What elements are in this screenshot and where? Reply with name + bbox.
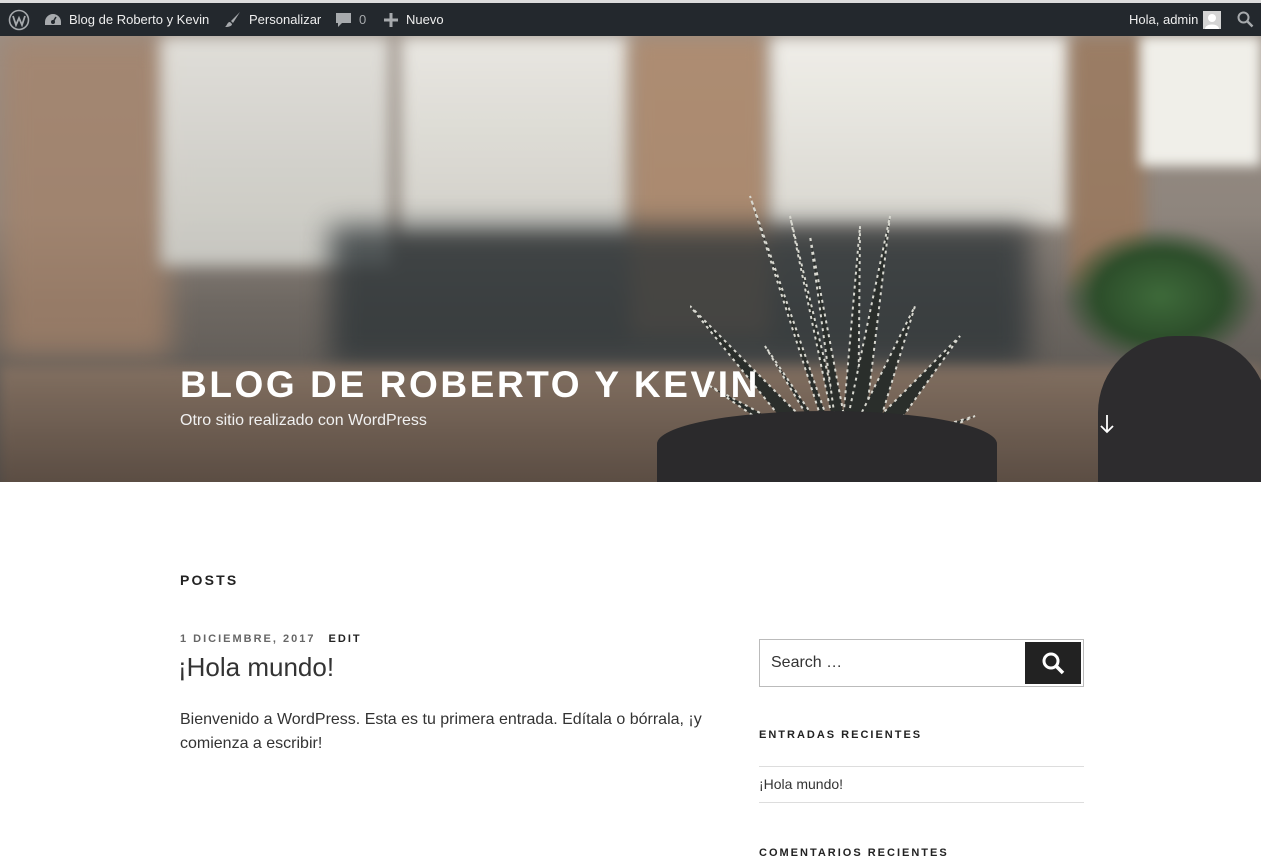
recent-posts-list: ¡Hola mundo! — [759, 766, 1084, 803]
plus-icon — [384, 12, 398, 27]
recent-posts-title: ENTRADAS RECIENTES — [759, 729, 923, 741]
recent-comments-title: COMENTARIOS RECIENTES — [759, 847, 949, 859]
search-input[interactable] — [760, 640, 1024, 686]
admin-comments-count: 0 — [359, 12, 367, 27]
avatar — [1203, 10, 1222, 29]
dashboard-icon — [45, 13, 61, 25]
paintbrush-icon — [225, 12, 240, 27]
post-meta: 1 DICIEMBRE, 2017 EDIT — [180, 633, 362, 645]
background-pot — [1098, 336, 1261, 482]
background-window — [400, 36, 630, 236]
search-form — [759, 639, 1084, 687]
post-date[interactable]: 1 DICIEMBRE, 2017 — [180, 633, 315, 645]
admin-search-icon[interactable] — [1237, 3, 1254, 36]
admin-customize-label: Personalizar — [249, 12, 322, 27]
wordpress-logo-icon[interactable] — [8, 3, 30, 36]
admin-bar: Blog de Roberto y Kevin Personalizar 0 N… — [0, 0, 1261, 36]
admin-new-label: Nuevo — [406, 12, 444, 27]
post-excerpt: Bienvenido a WordPress. Esta es tu prime… — [180, 711, 702, 752]
plant-pot — [657, 411, 997, 482]
posts-heading: POSTS — [180, 572, 239, 588]
post-title[interactable]: ¡Hola mundo! — [178, 652, 334, 683]
admin-site-name: Blog de Roberto y Kevin — [69, 12, 210, 27]
admin-site-link[interactable]: Blog de Roberto y Kevin — [44, 3, 209, 36]
header-hero-image: BLOG DE ROBERTO Y KEVIN Otro sitio reali… — [0, 36, 1261, 482]
comment-bubble-icon — [336, 13, 351, 27]
site-tagline: Otro sitio realizado con WordPress — [180, 412, 427, 429]
search-icon — [1042, 652, 1065, 675]
admin-account-menu[interactable]: Hola, admin — [1129, 3, 1222, 36]
admin-new-link[interactable]: Nuevo — [383, 3, 444, 36]
site-title[interactable]: BLOG DE ROBERTO Y KEVIN — [180, 364, 760, 406]
admin-greeting: Hola, admin — [1129, 12, 1199, 27]
search-button[interactable] — [1025, 642, 1081, 684]
background-window — [1140, 36, 1261, 166]
scroll-down-arrow-icon[interactable] — [1098, 414, 1116, 439]
admin-comments-link[interactable]: 0 — [335, 3, 366, 36]
post-edit-link[interactable]: EDIT — [329, 633, 362, 645]
recent-post-link[interactable]: ¡Hola mundo! — [759, 776, 843, 792]
admin-customize-link[interactable]: Personalizar — [224, 3, 321, 36]
background-wall — [0, 36, 170, 356]
